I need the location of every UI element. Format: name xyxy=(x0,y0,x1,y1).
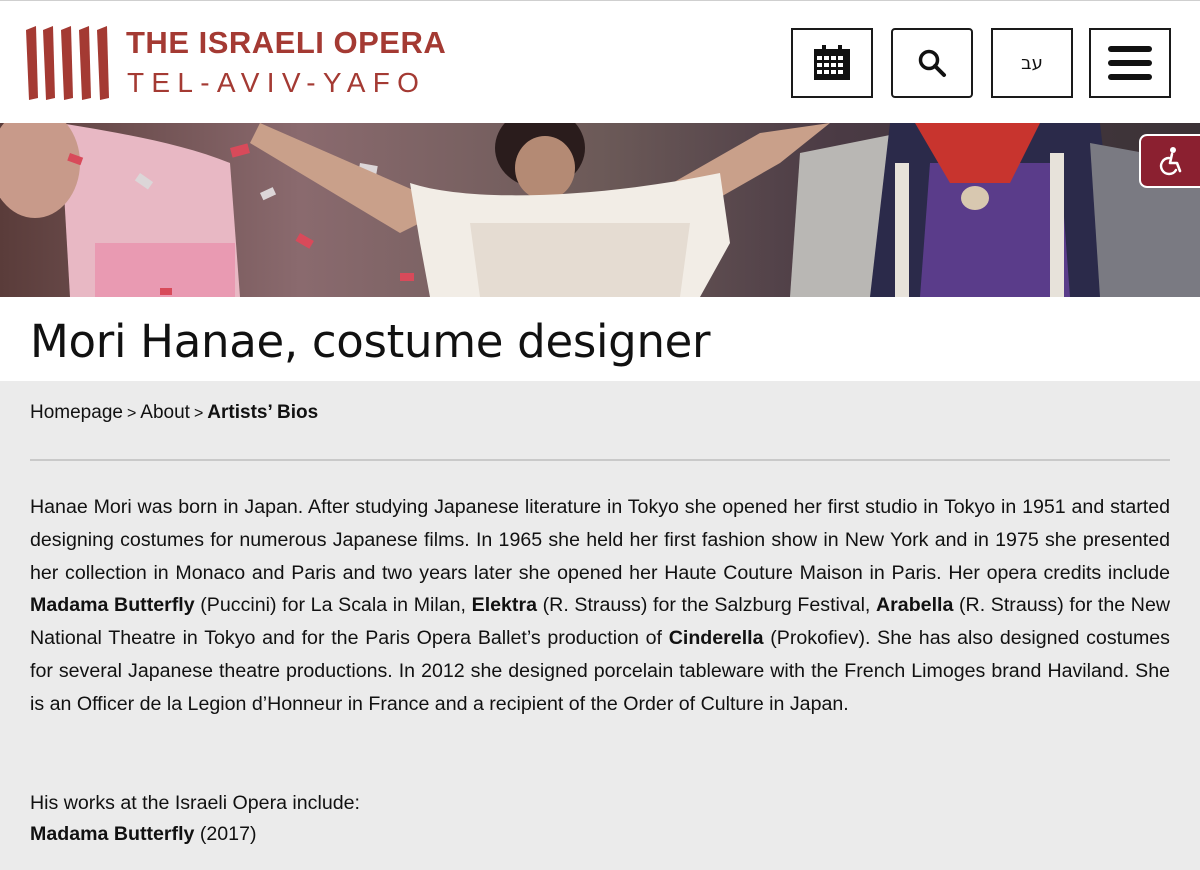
search-icon xyxy=(918,49,946,77)
works-intro: His works at the Israeli Opera include: xyxy=(30,792,360,814)
breadcrumb-homepage[interactable]: Homepage xyxy=(30,402,123,423)
language-label: עב xyxy=(1021,52,1043,74)
breadcrumb-separator: > xyxy=(193,405,204,422)
logo-subtitle: TEL-AVIV-YAFO xyxy=(127,67,427,98)
work-title: Madama Butterfly xyxy=(30,594,195,617)
breadcrumb-about[interactable]: About xyxy=(140,402,190,423)
hero-banner-image xyxy=(0,123,1200,297)
site-header: THE ISRAELI OPERA TEL-AVIV-YAFO עב xyxy=(0,0,1200,123)
divider xyxy=(30,459,1170,461)
opera-logo-mark-icon xyxy=(26,26,109,100)
accessibility-button[interactable] xyxy=(1139,134,1200,188)
bio-text: (Puccini) for La Scala in Milan, xyxy=(194,594,472,617)
calendar-icon xyxy=(814,45,850,80)
title-band: Mori Hanae, costume designer xyxy=(0,297,1200,381)
bio-paragraph: Hanae Mori was born in Japan. After stud… xyxy=(30,491,1170,721)
bio-text: Hanae Mori was born in Japan. After stud… xyxy=(30,496,1170,584)
works-list-item: Madama Butterfly (2017) xyxy=(30,818,257,851)
page-title: Mori Hanae, costume designer xyxy=(30,315,711,368)
search-button[interactable] xyxy=(891,28,973,98)
work-title: Madama Butterfly xyxy=(30,823,195,845)
breadcrumb: Homepage > About > Artists’ Bios xyxy=(30,402,318,424)
logo-title: THE ISRAELI OPERA xyxy=(126,25,447,60)
language-toggle-button[interactable]: עב xyxy=(991,28,1073,98)
wheelchair-accessibility-icon xyxy=(1159,147,1181,176)
calendar-button[interactable] xyxy=(791,28,873,98)
bio-text: (R. Strauss) for the Salzburg Festival, xyxy=(536,594,877,617)
site-logo[interactable]: THE ISRAELI OPERA TEL-AVIV-YAFO xyxy=(26,25,476,103)
work-title: Elektra xyxy=(471,594,537,617)
work-year: (2017) xyxy=(199,823,257,845)
work-title: Arabella xyxy=(876,594,954,617)
work-title: Cinderella xyxy=(668,627,764,650)
breadcrumb-separator: > xyxy=(126,405,137,422)
breadcrumb-current: Artists’ Bios xyxy=(207,402,319,423)
hamburger-menu-icon xyxy=(1108,46,1152,80)
main-menu-button[interactable] xyxy=(1089,28,1171,98)
